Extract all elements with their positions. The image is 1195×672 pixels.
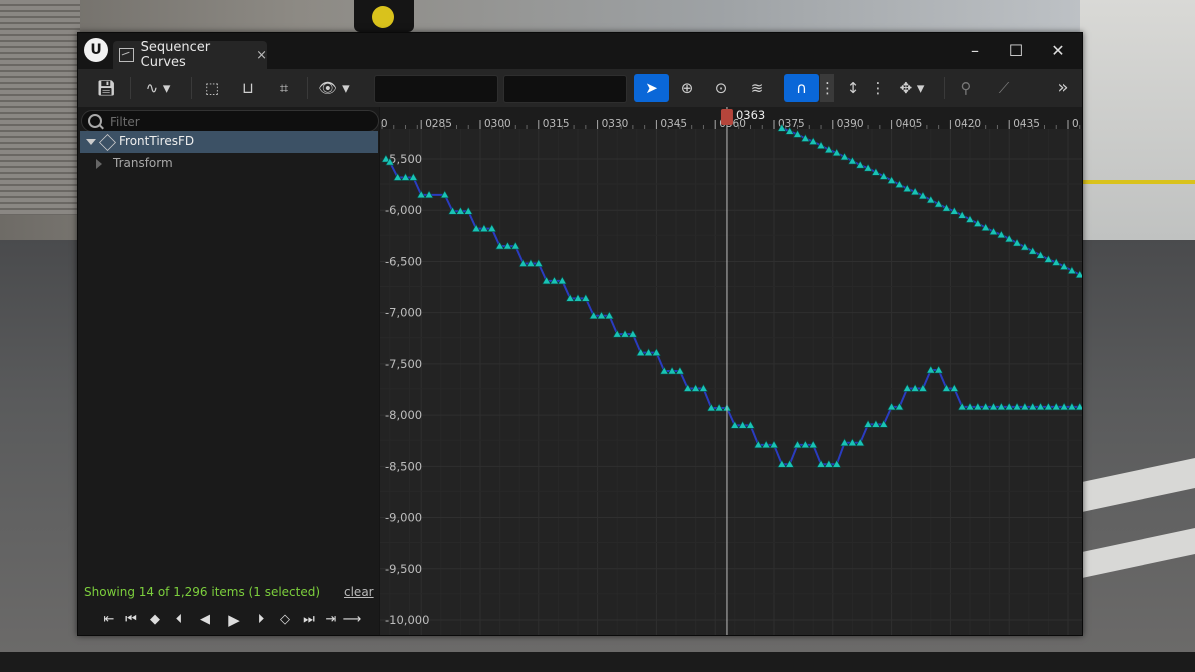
- step-back-frame-icon[interactable]: ⏴: [170, 611, 188, 629]
- filter-input[interactable]: [108, 112, 372, 132]
- tree-item-fronttiresfd[interactable]: FrontTiresFD: [80, 131, 378, 153]
- status-text: Showing 14 of 1,296 items (1 selected): [84, 585, 321, 599]
- maximize-button[interactable]: ☐: [999, 39, 1033, 63]
- value-field-1[interactable]: [374, 75, 498, 103]
- step-back-key-icon[interactable]: ⏮: [120, 611, 142, 629]
- toolbar-separator: [130, 77, 131, 99]
- retime-icon[interactable]: ⊔: [235, 74, 261, 102]
- tab-close-button[interactable]: ×: [256, 48, 267, 63]
- y-tick-label: -7,000: [385, 306, 422, 320]
- more-options-icon[interactable]: ⋮: [870, 74, 886, 102]
- expand-toolbar-icon[interactable]: »: [1050, 74, 1076, 102]
- unreal-logo-icon: U: [84, 38, 108, 62]
- toolbar-separator: [191, 77, 192, 99]
- y-tick-label: -9,500: [385, 562, 422, 576]
- y-tick-label: -7,500: [385, 357, 422, 371]
- toolbar: 💾︎ ∿ ▾ ⬚ ⊔ ⌗ 👁︎ ▾ ➤ ⊕ ⊙ ≋ ∩ ⋮ ↕ ⋮ ✥ ▾ ⚲ …: [78, 69, 1082, 107]
- curve-type-dropdown-icon[interactable]: ∿ ▾: [138, 74, 178, 102]
- clear-link[interactable]: clear: [344, 585, 374, 599]
- ruler-tick-label: 0: [1072, 118, 1079, 130]
- minimize-button[interactable]: –: [958, 39, 992, 63]
- close-button[interactable]: ✕: [1041, 39, 1075, 63]
- play-icon[interactable]: ▶: [224, 611, 244, 629]
- multi-select-tool-icon[interactable]: ≋: [744, 74, 770, 102]
- playhead-label: 0363: [736, 108, 765, 122]
- retime-tool-icon[interactable]: ⊙: [708, 74, 734, 102]
- tab-title: Sequencer Curves: [140, 40, 211, 70]
- ruler-tick-label: 0435: [1013, 118, 1040, 130]
- ruler-tick-label: 70: [380, 118, 388, 130]
- y-tick-label: -9,000: [385, 511, 422, 525]
- background-bottom-bar: [0, 652, 1195, 672]
- y-tick-label: -8,500: [385, 459, 422, 473]
- ruler-tick-label: 0285: [425, 118, 452, 130]
- filter-box[interactable]: [81, 110, 379, 132]
- ruler-tick-label: 0315: [543, 118, 570, 130]
- toolbar-separator: [307, 77, 308, 99]
- transform-tool-icon[interactable]: ⊕: [674, 74, 700, 102]
- straighten-tangents-icon[interactable]: ⟋: [991, 74, 1017, 102]
- next-key-icon[interactable]: ◇: [274, 611, 296, 629]
- frame-icon[interactable]: ⌗: [271, 74, 297, 102]
- step-forward-key-icon[interactable]: ⏭: [298, 611, 320, 629]
- search-icon: [88, 114, 102, 128]
- ruler-tick-label: 0330: [602, 118, 629, 130]
- curve-editor-icon: [119, 48, 134, 62]
- flatten-tangents-icon[interactable]: ⚲: [953, 74, 979, 102]
- y-tick-label: -6,500: [385, 254, 422, 268]
- select-tool-icon[interactable]: ➤: [634, 74, 669, 102]
- curve-graph[interactable]: 7002850300031503300345036003750390040504…: [380, 107, 1082, 635]
- pedestrian-signal-icon: [372, 6, 394, 28]
- expand-arrow-icon[interactable]: [86, 139, 96, 145]
- background-shutter: [0, 0, 80, 215]
- toolbar-separator: [944, 77, 945, 99]
- tree-item-label: Transform: [113, 156, 173, 170]
- y-tick-label: -10,000: [385, 613, 429, 627]
- outliner-panel: FrontTiresFD Transform Showing 14 of 1,2…: [78, 107, 379, 635]
- ruler-tick-label: 0405: [896, 118, 923, 130]
- snap-options-icon[interactable]: ⋮: [820, 74, 835, 102]
- select-keys-icon[interactable]: ⬚: [199, 74, 225, 102]
- tree-item-transform[interactable]: Transform: [80, 153, 378, 175]
- value-field-2[interactable]: [503, 75, 627, 103]
- play-reverse-icon[interactable]: ◀: [196, 611, 214, 629]
- ruler-tick-label: 0420: [954, 118, 981, 130]
- move-tool-icon[interactable]: ✥ ▾: [892, 74, 932, 102]
- jump-to-end-icon[interactable]: ⇥: [324, 611, 338, 629]
- collapse-arrow-icon[interactable]: [96, 159, 102, 169]
- snapping-icon[interactable]: ∩: [784, 74, 819, 102]
- ruler-tick-label: 0300: [484, 118, 511, 130]
- tree-item-label: FrontTiresFD: [119, 134, 195, 148]
- save-curve-icon[interactable]: 💾︎: [92, 74, 120, 102]
- title-bar[interactable]: U Sequencer Curves × – ☐ ✕: [78, 33, 1082, 70]
- view-options-icon[interactable]: 👁︎ ▾: [314, 74, 354, 102]
- step-forward-frame-icon[interactable]: ⏵: [252, 611, 270, 629]
- y-tick-label: -6,000: [385, 203, 422, 217]
- tab-sequencer-curves[interactable]: Sequencer Curves ×: [113, 40, 267, 70]
- object-cube-icon: [99, 134, 116, 151]
- curve-line: [385, 158, 1080, 466]
- curve-editor[interactable]: 7002850300031503300345036003750390040504…: [380, 107, 1082, 635]
- y-tick-label: -8,000: [385, 408, 422, 422]
- prev-key-icon[interactable]: ◆: [144, 611, 166, 629]
- background-building: [1080, 0, 1195, 250]
- normalize-icon[interactable]: ↕: [840, 74, 866, 102]
- jump-to-start-icon[interactable]: ⇤: [102, 611, 116, 629]
- sequencer-curves-window: U Sequencer Curves × – ☐ ✕ 💾︎ ∿ ▾ ⬚ ⊔ ⌗ …: [77, 32, 1083, 636]
- transport-controls: ⇤ ⏮ ◆ ⏴ ◀ ▶ ⏵ ◇ ⏭ ⇥ ⟶: [78, 605, 379, 635]
- ruler-tick-label: 0390: [837, 118, 864, 130]
- road-marking: [1082, 180, 1195, 184]
- loop-icon[interactable]: ⟶: [342, 611, 362, 629]
- ruler-tick-label: 0345: [660, 118, 687, 130]
- playhead-handle: [720, 109, 733, 125]
